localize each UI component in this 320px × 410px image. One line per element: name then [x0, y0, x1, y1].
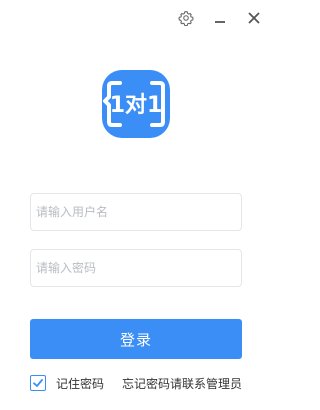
close-button[interactable] — [244, 8, 264, 28]
login-button-label: 登录 — [119, 330, 152, 349]
remember-password-checkbox[interactable] — [30, 375, 46, 391]
checkmark-icon — [33, 379, 43, 387]
title-bar — [176, 8, 264, 28]
gear-icon — [178, 11, 194, 26]
settings-button[interactable] — [176, 8, 196, 28]
password-input[interactable] — [31, 250, 241, 286]
minimize-button[interactable] — [210, 8, 230, 28]
username-input[interactable] — [31, 194, 241, 230]
app-logo: 1对1 — [98, 66, 174, 142]
forgot-password-link[interactable]: 忘记密码请联系管理员 — [122, 374, 242, 392]
remember-password: 记住密码 — [30, 374, 104, 392]
login-window: 1对1 登录 记住密码 忘记密码请联系管理员 — [0, 0, 272, 410]
login-button[interactable]: 登录 — [30, 319, 242, 359]
remember-password-label[interactable]: 记住密码 — [56, 375, 104, 392]
logo-text: 1对1 — [110, 93, 163, 118]
close-icon — [248, 12, 260, 24]
password-field — [30, 249, 242, 287]
minimize-icon — [215, 21, 225, 23]
username-field — [30, 193, 242, 231]
